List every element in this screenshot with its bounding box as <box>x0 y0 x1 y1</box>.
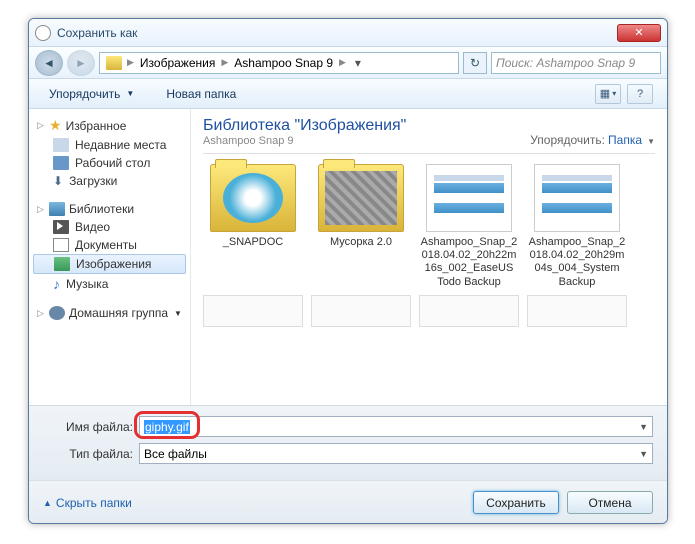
filename-label: Имя файла: <box>43 420 139 434</box>
chevron-down-icon[interactable]: ▼ <box>639 422 648 432</box>
collapse-icon: ▷ <box>37 204 45 215</box>
file-fields: Имя файла: giphy.gif ▼ Тип файла: Все фа… <box>29 405 667 480</box>
screenshot-thumbnail <box>426 164 512 232</box>
file-item[interactable] <box>419 295 519 327</box>
recent-icon <box>53 138 69 152</box>
window-title: Сохранить как <box>57 26 617 40</box>
sidebar-item-downloads[interactable]: ⬇Загрузки <box>29 172 190 190</box>
chevron-down-icon: ▼ <box>174 309 182 318</box>
file-item[interactable] <box>311 295 411 327</box>
sidebar-item-pictures[interactable]: Изображения <box>33 254 186 274</box>
sort-control[interactable]: Упорядочить: Папка ▼ <box>530 133 655 147</box>
back-button[interactable]: ◄ <box>35 50 63 76</box>
chevron-down-icon: ▼ <box>647 137 655 146</box>
item-label: _SNAPDOC <box>203 236 303 249</box>
collapse-icon: ▷ <box>37 308 45 319</box>
item-label: Мусорка 2.0 <box>311 236 411 249</box>
search-input[interactable]: Поиск: Ashampoo Snap 9 <box>491 52 661 74</box>
filename-input[interactable]: giphy.gif ▼ <box>139 416 653 437</box>
filename-value: giphy.gif <box>144 420 190 434</box>
pictures-icon <box>54 257 70 271</box>
folder-item[interactable]: Мусорка 2.0 <box>311 164 411 289</box>
chevron-right-icon: ▶ <box>127 57 134 68</box>
chevron-right-icon: ▶ <box>339 57 346 68</box>
breadcrumb-pictures[interactable]: Изображения <box>137 55 218 71</box>
titlebar: Сохранить как ✕ <box>29 19 667 47</box>
sidebar-group-libraries[interactable]: ▷ Библиотеки <box>29 200 190 218</box>
content-pane: Библиотека "Изображения" Ashampoo Snap 9… <box>191 109 667 405</box>
refresh-button[interactable]: ↻ <box>463 52 487 74</box>
collapse-icon: ▷ <box>37 120 45 131</box>
music-icon: ♪ <box>53 276 60 292</box>
folder-icon <box>318 164 404 232</box>
filetype-label: Тип файла: <box>43 447 139 461</box>
chevron-down-icon[interactable]: ▼ <box>639 449 648 459</box>
file-item[interactable]: Ashampoo_Snap_2018.04.02_20h22m16s_002_E… <box>419 164 519 289</box>
sidebar-item-music[interactable]: ♪Музыка <box>29 274 190 294</box>
star-icon: ★ <box>49 117 62 134</box>
chevron-up-icon: ▲ <box>43 498 52 508</box>
document-icon <box>53 238 69 252</box>
organize-button[interactable]: Упорядочить▼ <box>39 84 144 104</box>
sidebar-item-documents[interactable]: Документы <box>29 236 190 254</box>
nav-bar: ◄ ► ▶ Изображения ▶ Ashampoo Snap 9 ▶ ▾ … <box>29 47 667 79</box>
file-item[interactable] <box>527 295 627 327</box>
item-label: Ashampoo_Snap_2018.04.02_20h22m16s_002_E… <box>419 236 519 289</box>
view-button[interactable]: ▦▾ <box>595 84 621 104</box>
download-icon: ⬇ <box>53 174 63 188</box>
address-bar[interactable]: ▶ Изображения ▶ Ashampoo Snap 9 ▶ ▾ <box>99 52 459 74</box>
sidebar-item-videos[interactable]: Видео <box>29 218 190 236</box>
save-as-dialog: Сохранить как ✕ ◄ ► ▶ Изображения ▶ Asha… <box>28 18 668 524</box>
sidebar: ▷ ★ Избранное Недавние места Рабочий сто… <box>29 109 191 405</box>
sidebar-group-favorites[interactable]: ▷ ★ Избранное <box>29 115 190 136</box>
video-icon <box>53 220 69 234</box>
libraries-icon <box>49 202 65 216</box>
hide-folders-button[interactable]: ▲ Скрыть папки <box>43 496 132 510</box>
chevron-down-icon: ▼ <box>126 89 134 98</box>
forward-button[interactable]: ► <box>67 50 95 76</box>
filetype-select[interactable]: Все файлы ▼ <box>139 443 653 464</box>
file-item[interactable] <box>203 295 303 327</box>
folder-item[interactable]: _SNAPDOC <box>203 164 303 289</box>
save-button[interactable]: Сохранить <box>473 491 559 514</box>
bottom-bar: ▲ Скрыть папки Сохранить Отмена <box>29 480 667 524</box>
help-button[interactable]: ? <box>627 84 653 104</box>
library-title: Библиотека "Изображения" <box>203 117 406 135</box>
desktop-icon <box>53 156 69 170</box>
search-placeholder: Поиск: Ashampoo Snap 9 <box>496 56 635 70</box>
homegroup-icon <box>49 306 65 320</box>
close-button[interactable]: ✕ <box>617 24 661 42</box>
sidebar-item-desktop[interactable]: Рабочий стол <box>29 154 190 172</box>
library-subtitle: Ashampoo Snap 9 <box>203 135 406 147</box>
chrome-icon <box>35 25 51 41</box>
new-folder-button[interactable]: Новая папка <box>156 84 246 104</box>
address-dropdown[interactable]: ▾ <box>349 56 367 70</box>
cancel-button[interactable]: Отмена <box>567 491 653 514</box>
sidebar-item-recent[interactable]: Недавние места <box>29 136 190 154</box>
folder-icon <box>210 164 296 232</box>
chevron-right-icon: ▶ <box>221 57 228 68</box>
folder-icon <box>106 56 122 70</box>
file-item[interactable]: Ashampoo_Snap_2018.04.02_20h29m04s_004_S… <box>527 164 627 289</box>
breadcrumb-folder[interactable]: Ashampoo Snap 9 <box>231 55 336 71</box>
sidebar-group-homegroup[interactable]: ▷ Домашняя группа ▼ <box>29 304 190 322</box>
screenshot-thumbnail <box>534 164 620 232</box>
filetype-value: Все файлы <box>144 447 207 461</box>
toolbar: Упорядочить▼ Новая папка ▦▾ ? <box>29 79 667 109</box>
item-label: Ashampoo_Snap_2018.04.02_20h29m04s_004_S… <box>527 236 627 289</box>
